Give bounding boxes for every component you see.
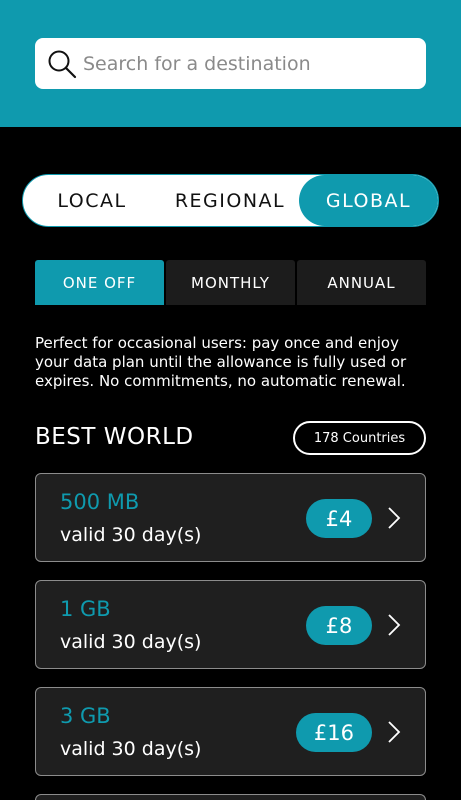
plan-validity: valid 30 day(s): [60, 524, 202, 546]
plan-validity: valid 30 day(s): [60, 631, 202, 653]
section-title: BEST WORLD: [35, 424, 194, 450]
tab-one-off[interactable]: ONE OFF: [35, 260, 164, 305]
countries-badge[interactable]: 178 Countries: [293, 421, 426, 455]
price-badge: £16: [295, 713, 372, 752]
price-badge: £4: [306, 499, 372, 538]
plan-validity: valid 30 day(s): [60, 738, 202, 760]
chevron-right-icon: [388, 614, 401, 636]
scope-selector: LOCAL REGIONAL GLOBAL: [22, 174, 439, 227]
scope-tab-regional[interactable]: REGIONAL: [161, 175, 299, 226]
plan-amount: 3 GB: [60, 704, 111, 728]
plan-card-500mb[interactable]: 500 MB valid 30 day(s) £4: [35, 473, 426, 562]
scope-tab-local[interactable]: LOCAL: [23, 175, 161, 226]
chevron-right-icon: [388, 507, 401, 529]
tab-annual[interactable]: ANNUAL: [297, 260, 426, 305]
scope-tab-global[interactable]: GLOBAL: [299, 175, 438, 226]
plan-card-3gb[interactable]: 3 GB valid 30 day(s) £16: [35, 687, 426, 776]
tab-monthly[interactable]: MONTHLY: [166, 260, 295, 305]
plan-amount: 1 GB: [60, 597, 111, 621]
plan-description: Perfect for occasional users: pay once a…: [35, 334, 407, 390]
plan-card-partial[interactable]: [35, 794, 426, 800]
search-icon: [48, 50, 77, 78]
price-badge: £8: [306, 606, 372, 645]
chevron-right-icon: [388, 721, 401, 743]
search-box[interactable]: [35, 38, 426, 89]
search-input[interactable]: [83, 52, 403, 75]
plan-card-1gb[interactable]: 1 GB valid 30 day(s) £8: [35, 580, 426, 669]
plan-type-tabs: ONE OFF MONTHLY ANNUAL: [35, 260, 426, 305]
header-bar: [0, 0, 461, 127]
plan-amount: 500 MB: [60, 490, 140, 514]
